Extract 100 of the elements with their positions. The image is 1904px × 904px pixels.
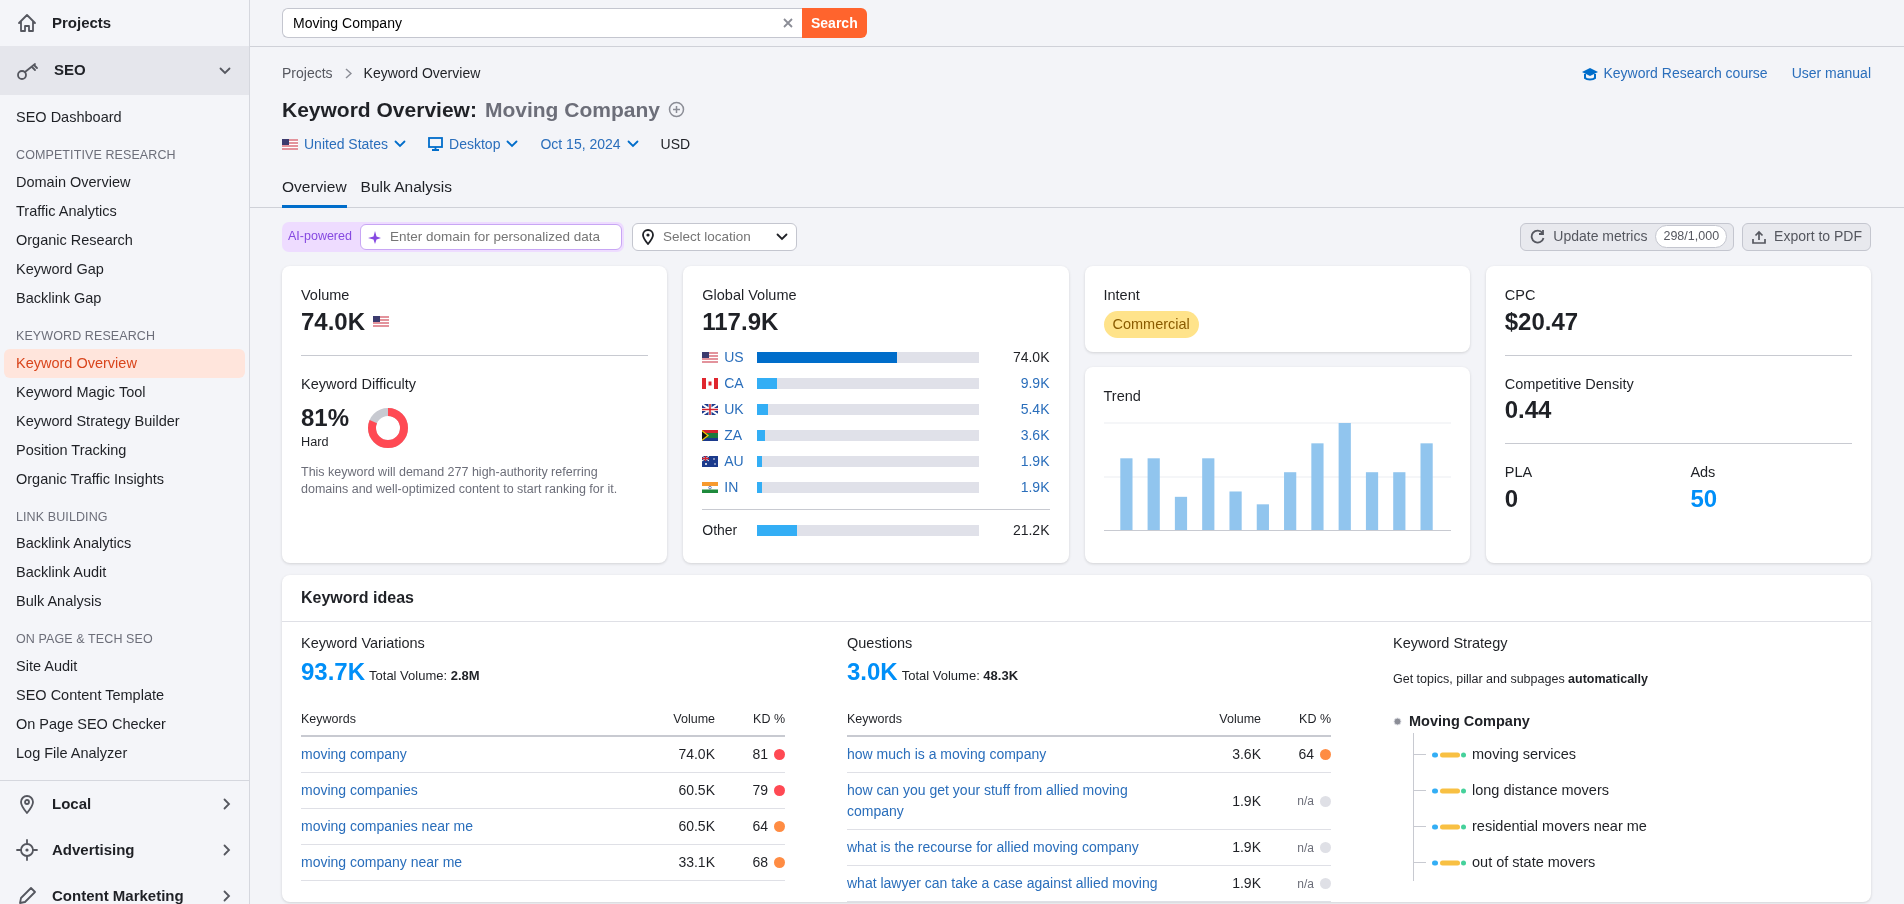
keyword-link[interactable]: moving company [301,744,625,765]
filter-dropdown[interactable]: Desktop [428,133,519,155]
topic-item[interactable]: moving services [1472,743,1576,766]
usage-counter: 298/1,000 [1655,225,1728,249]
ai-domain-field[interactable]: AI-powered Enter domain for personalized data [282,221,624,252]
country-code: Other [702,521,738,540]
nav-section-toggle[interactable]: Advertising [0,827,249,873]
kd-value: 64 [1298,745,1314,764]
domain-field[interactable]: Enter domain for personalized data [359,223,622,250]
column-header: KD % [1261,704,1331,736]
country-volume[interactable]: 3.6K [979,425,1050,446]
country-volume[interactable]: 5.4K [979,399,1050,420]
projects-nav-item[interactable]: Projects [0,0,249,46]
metric-value: $20.47 [1504,306,1580,337]
sidebar-item[interactable]: Site Audit [4,652,245,681]
keyword-link[interactable]: how can you get your stuff from allied moving company [847,780,1171,822]
list-label: Keyword Variations [301,633,426,653]
topic-item[interactable]: residential movers near me [1472,815,1647,838]
sidebar-item[interactable]: Organic Traffic Insights [4,464,245,494]
sidebar-item[interactable]: Organic Research [4,225,245,255]
domain-input[interactable]: Enter domain for personalized data [387,225,615,248]
header-link[interactable]: User manual [1791,63,1871,84]
volume-cell: 1.9K [1181,865,1261,902]
search-bar[interactable]: Moving Company [282,8,802,38]
keyword-link[interactable]: how much is a moving company [847,744,1171,765]
column-header: Volume [1181,704,1261,736]
country-code[interactable]: AU [724,451,744,472]
metric-value: 0 [1504,484,1520,514]
country-volume[interactable]: 1.9K [979,477,1050,498]
trend-bar [1283,472,1296,530]
sidebar-item[interactable]: SEO Content Template [4,681,245,710]
country-code[interactable]: UK [724,399,744,420]
sidebar-item[interactable]: Keyword Strategy Builder [4,406,245,436]
clear-icon[interactable] [782,17,794,29]
sidebar-item[interactable]: Backlink Gap [4,283,245,313]
list-label: Keyword Strategy [1393,633,1509,653]
sidebar-item[interactable]: Backlink Analytics [4,529,245,559]
flag-icon [702,378,719,389]
country-code[interactable]: CA [724,373,744,394]
keyword-link[interactable]: moving companies near me [301,816,625,837]
sidebar-item[interactable]: Bulk Analysis [4,587,245,617]
country-code[interactable]: ZA [724,425,743,446]
volume-cell: 60.5K [635,772,715,809]
sidebar-item[interactable]: SEO Dashboard [4,103,245,132]
total-volume: Total Volume: 48.3K [901,667,1019,686]
tab[interactable]: Bulk Analysis [360,168,452,208]
volume-cell: 1.9K [1181,772,1261,830]
keyword-link[interactable]: what is the recourse for allied moving company [847,837,1171,858]
node-dot-icon [1393,717,1402,727]
nav-section-heading: KEYWORD RESEARCH [16,327,157,345]
add-icon[interactable] [667,101,685,119]
flag-icon [702,456,719,467]
keyword-link[interactable]: moving company near me [301,852,625,873]
update-metrics-button[interactable]: Update metrics 298/1,000 [1520,222,1735,251]
nav-section-toggle[interactable]: Content Marketing [0,873,249,904]
location-select[interactable]: Select location [631,222,797,251]
column-header: Volume [635,704,715,736]
intent-tag: Commercial [1103,310,1199,339]
sidebar-item[interactable]: Keyword Gap [4,254,245,284]
metric-label: Competitive Density [1504,374,1635,394]
column-header: KD % [715,704,785,736]
keyword-link[interactable]: what lawyer can take a case against allied moving [847,873,1171,894]
country-code[interactable]: IN [724,477,739,498]
topic-item[interactable]: long distance movers [1472,779,1609,802]
sidebar-item[interactable]: Domain Overview [4,167,245,197]
export-pdf-button[interactable]: Export to PDF [1742,222,1871,251]
keyword-link[interactable]: moving companies [301,780,625,801]
filter-dropdown[interactable]: Oct 15, 2024 [540,133,639,155]
sidebar-item[interactable]: Position Tracking [4,435,245,465]
sidebar-item[interactable]: Backlink Audit [4,558,245,588]
search-input[interactable]: Moving Company [291,11,782,35]
flag-icon [702,482,719,493]
sidebar-item[interactable]: Keyword Magic Tool [4,377,245,407]
country-volume[interactable]: 1.9K [979,451,1050,472]
sidebar-item[interactable]: Traffic Analytics [4,196,245,226]
flag-icon [702,430,719,441]
trend-bar [1256,504,1269,530]
page-title: Keyword Overview: [282,97,477,123]
filter-dropdown[interactable]: United States [282,133,407,155]
volume-cell: 74.0K [635,736,715,773]
breadcrumb-link[interactable]: Projects [282,63,333,84]
header-link[interactable]: Keyword Research course [1581,63,1768,84]
volume-cell: 33.1K [635,844,715,881]
nav-section-toggle[interactable]: Local [0,781,249,827]
sidebar-item[interactable]: Keyword Overview [4,348,245,378]
sidebar-item[interactable]: On Page SEO Checker [4,710,245,739]
metric-value: 117.9K [702,306,780,337]
country-volume[interactable]: 9.9K [979,373,1050,394]
metric-value: 74.0K [301,306,366,337]
topic-item[interactable]: out of state movers [1472,851,1596,874]
tab[interactable]: Overview [282,168,347,208]
country-code[interactable]: US [724,347,744,368]
keyword-title: Moving Company [484,97,660,123]
topic-root[interactable]: Moving Company [1409,711,1530,733]
nav-section-toggle[interactable]: SEO [0,46,249,95]
sidebar-item[interactable]: Log File Analyzer [4,739,245,768]
location-input[interactable]: Select location [660,225,770,248]
nav-section-heading: ON PAGE & TECH SEO [16,631,154,649]
trend-bar [1174,496,1187,530]
monitor-icon [428,137,444,151]
